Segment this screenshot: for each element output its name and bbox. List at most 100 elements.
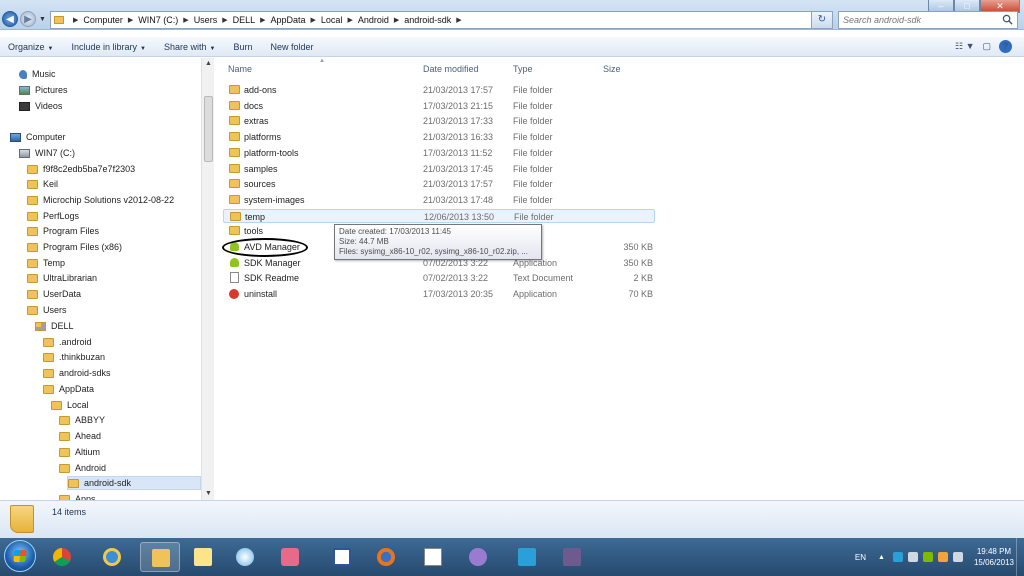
breadcrumb-users[interactable]: Users [194,15,218,25]
nav-item[interactable]: Keil [27,177,58,191]
file-row[interactable]: add-ons 21/03/2013 17:57 File folder [223,83,655,97]
navigation-scrollbar[interactable]: ▲ ▼ [201,58,214,500]
volume-icon[interactable] [952,552,963,562]
messenger-tray-icon[interactable] [937,552,948,562]
chevron-right-icon[interactable]: ▶ [222,16,227,24]
share-with-menu[interactable]: Share with ▼ [164,42,215,52]
organize-menu[interactable]: Organize ▼ [8,42,53,52]
preview-pane-icon[interactable]: ▢ [982,41,991,52]
nav-item[interactable]: Pictures [19,83,68,97]
search-box[interactable] [838,11,1018,29]
3g-modem-icon[interactable] [507,542,547,572]
nav-item[interactable]: UltraLibrarian [27,271,97,285]
file-row[interactable]: samples 21/03/2013 17:45 File folder [223,162,655,176]
scroll-down-icon[interactable]: ▼ [205,490,212,497]
search-icon[interactable] [1002,14,1013,25]
nav-item[interactable]: WIN7 (C:) [19,146,75,160]
file-row[interactable]: SDK Readme 07/02/2013 3:22 Text Document 2 … [223,271,655,285]
network-icon[interactable] [907,552,918,562]
scroll-up-icon[interactable]: ▲ [205,60,212,67]
column-header-type[interactable]: Type [513,64,533,74]
breadcrumb-android[interactable]: Android [358,15,389,25]
nav-item[interactable]: Apps [59,492,96,500]
file-row[interactable]: platform-tools 17/03/2013 11:52 File folde… [223,146,655,160]
breadcrumb-appdata[interactable]: AppData [271,15,306,25]
column-header-size[interactable]: Size [603,64,621,74]
scrollbar-thumb[interactable] [204,96,213,162]
recent-pages-dropdown[interactable]: ▼ [39,16,46,23]
change-view-icon[interactable]: ☷ ▼ [955,41,974,52]
chevron-right-icon[interactable]: ▶ [260,16,265,24]
nav-item[interactable]: f9f8c2edb5ba7e7f2303 [27,162,135,176]
forward-button[interactable]: ▶ [20,11,36,27]
firefox-icon[interactable] [366,542,406,572]
nav-item[interactable]: Computer [10,130,66,144]
search-input[interactable] [843,15,993,25]
burn-button[interactable]: Burn [233,42,252,52]
notepad-icon[interactable] [413,542,453,572]
file-row[interactable]: docs 17/03/2013 21:15 File folder [223,99,655,113]
refresh-button[interactable]: ↻ [811,11,833,29]
chevron-right-icon[interactable]: ▶ [394,16,399,24]
3g-tray-icon[interactable] [892,552,903,562]
breadcrumb-computer[interactable]: Computer [83,15,123,25]
language-indicator[interactable]: EN [855,553,866,562]
messenger-icon[interactable] [458,542,498,572]
nav-item[interactable]: android-sdks [43,366,111,380]
camera-icon[interactable] [270,542,310,572]
start-orb-icon[interactable] [4,540,36,572]
nav-item[interactable]: Altium [59,445,100,459]
chevron-right-icon[interactable]: ▶ [347,16,352,24]
chevron-right-icon[interactable]: ▶ [128,16,133,24]
nav-item[interactable]: Local [51,398,89,412]
column-header-name[interactable]: Name [228,64,252,74]
internet-explorer-icon[interactable] [92,542,132,572]
nav-item[interactable]: android-sdk [67,476,201,490]
nav-item[interactable]: Microchip Solutions v2012-08-22 [27,193,174,207]
file-row[interactable]: uninstall 17/03/2013 20:35 Application 70 K… [223,287,655,301]
security-icon[interactable] [922,552,933,562]
nav-item[interactable]: Music [19,67,56,81]
nav-item[interactable]: Users [27,303,67,317]
column-header-date-modified[interactable]: Date modified [423,64,479,74]
nav-item[interactable]: Videos [19,99,62,113]
nav-item[interactable]: DELL [35,319,74,333]
nav-item[interactable]: .thinkbuzan [43,350,105,364]
nav-item[interactable]: UserData [27,287,81,301]
paint-icon[interactable] [225,542,265,572]
breadcrumb-win7[interactable]: WIN7 (C:) [138,15,178,25]
help-icon[interactable]: ? [999,40,1012,53]
word-icon[interactable] [322,542,362,572]
nav-item[interactable]: .android [43,335,92,349]
show-hidden-icons-icon[interactable]: ▲ [878,554,885,561]
chevron-right-icon[interactable]: ▶ [456,16,461,24]
show-desktop-button[interactable] [1016,538,1024,576]
nav-item[interactable]: Program Files [27,224,99,238]
file-row[interactable]: extras 21/03/2013 17:33 File folder [223,114,655,128]
chevron-right-icon[interactable]: ▶ [183,16,188,24]
address-bar[interactable]: ▶ Computer ▶ WIN7 (C:) ▶ Users ▶ DELL ▶ … [50,11,830,29]
clock[interactable]: 19:48 PM 15/06/2013 [974,546,1014,568]
breadcrumb-android-sdk[interactable]: android-sdk [404,15,451,25]
breadcrumb-dell[interactable]: DELL [233,15,256,25]
file-row[interactable]: sources 21/03/2013 17:57 File folder [223,177,655,191]
nav-item[interactable]: PerfLogs [27,209,79,223]
new-folder-button[interactable]: New folder [270,42,313,52]
file-row[interactable]: temp 12/06/2013 13:50 File folder [223,208,655,223]
file-row[interactable]: platforms 21/03/2013 16:33 File folder [223,130,655,144]
back-button[interactable]: ◀ [2,11,18,27]
include-in-library-menu[interactable]: Include in library ▼ [71,42,145,52]
windows-explorer-icon[interactable] [140,542,180,572]
chrome-icon[interactable] [42,542,82,572]
nav-item[interactable]: Ahead [59,429,101,443]
chevron-right-icon[interactable]: ▶ [311,16,316,24]
nav-item[interactable]: AppData [43,382,94,396]
board-icon[interactable] [552,542,592,572]
breadcrumb-local[interactable]: Local [321,15,343,25]
nav-item[interactable]: Android [59,461,106,475]
file-row[interactable]: system-images 21/03/2013 17:48 File folder [223,193,655,207]
notes-icon[interactable] [183,542,223,572]
nav-item[interactable]: Temp [27,256,65,270]
nav-item[interactable]: Program Files (x86) [27,240,122,254]
chevron-right-icon[interactable]: ▶ [73,16,78,24]
